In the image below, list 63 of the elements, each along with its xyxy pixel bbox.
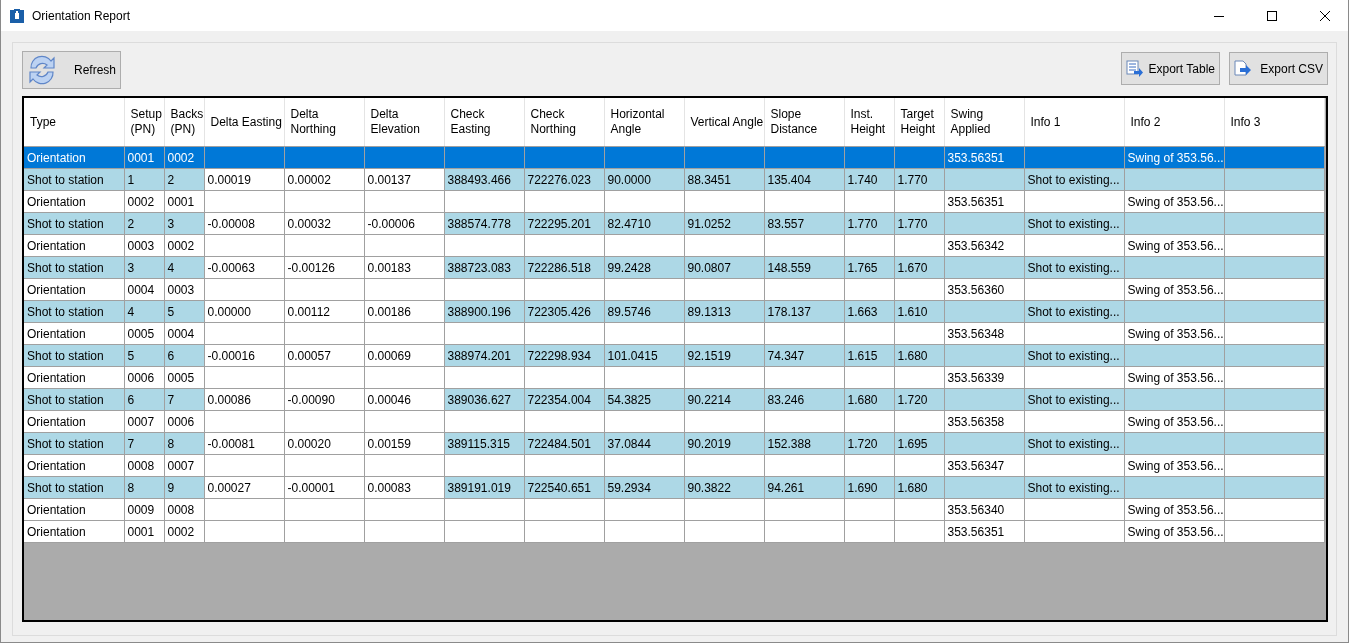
table-row[interactable]: Shot to station 3 4 -0.00063 -0.00126 0.00183 388723.083 722286.518 99.2428 90.0807 148.559 1.765 1.670 Shot to existing... [24,256,1324,279]
export-csv-button[interactable]: Export CSV [1229,52,1328,85]
column-header[interactable]: Inst. Height [844,98,894,147]
table-cell: Orientation [24,190,124,213]
table-cell: Shot to station [24,344,124,367]
table-row[interactable]: Orientation 0009 0008 353.56340 Swing of 353.56... [24,498,1324,521]
column-header[interactable]: Setup (PN) [124,98,164,147]
column-header[interactable]: Check Northing [524,98,604,147]
column-header[interactable]: Info 2 [1124,98,1224,147]
refresh-icon [27,54,57,86]
column-header[interactable]: Info 1 [1024,98,1124,147]
table-row[interactable]: Orientation 0005 0004 353.56348 Swing of 353.56... [24,322,1324,345]
table-row[interactable]: Orientation 0001 0002 353.56351 Swing of 353.56... [24,520,1324,543]
table-row[interactable]: Shot to station 8 9 0.00027 -0.00001 0.00083 389191.019 722540.651 59.2934 90.3822 94.261 1.690 1.680 Shot to existing... [24,476,1324,499]
column-header[interactable]: Backs (PN) [164,98,204,147]
table-row[interactable]: Orientation 0004 0003 353.56360 Swing of 353.56... [24,278,1324,301]
table-cell: Shot to station [24,168,124,191]
table-cell: Orientation [24,278,124,301]
window-title: Orientation Report [32,8,132,23]
export-file-icon [1234,59,1252,78]
column-header[interactable]: Delta Northing [284,98,364,147]
table-cell: Orientation [24,410,124,433]
close-icon [1320,10,1330,21]
table-row[interactable]: Orientation 0002 0001 353.56351 Swing of 353.56... [24,190,1324,213]
table-cell: Shot to station [24,300,124,323]
table-row[interactable]: Orientation 0006 0005 353.56339 Swing of 353.56... [24,366,1324,389]
table-cell: Orientation [24,520,124,543]
column-header[interactable]: Slope Distance [764,98,844,147]
table-cell: Shot to station [24,212,124,235]
table-cell: Shot to station [24,256,124,279]
table-row[interactable]: Shot to station 1 2 0.00019 0.00002 0.00137 388493.466 722276.023 90.0000 88.3451 135.404 1.740 1.770 Shot to existing... [24,168,1324,191]
export-table-button[interactable]: Export Table [1121,52,1220,85]
table-cell: Orientation [24,366,124,389]
column-header[interactable]: Target Height [894,98,944,147]
app-icon [9,7,25,24]
column-header[interactable]: Delta Elevation [364,98,444,147]
table-row[interactable]: Shot to station 5 6 -0.00016 0.00057 0.00069 388974.201 722298.934 101.0415 92.1519 74.347 1.615 1.680 Shot to existing... [24,344,1324,367]
export-table-icon [1126,59,1144,78]
table-cell: Shot to station [24,388,124,411]
table-row[interactable]: Shot to station 4 5 0.00000 0.00112 0.00186 388900.196 722305.426 89.5746 89.1313 178.137 1.663 1.610 Shot to existing... [24,300,1324,323]
column-header[interactable]: Info 3 [1224,98,1324,147]
table-row[interactable]: Orientation 0008 0007 353.56347 Swing of 353.56... [24,454,1324,477]
column-header[interactable]: Delta Easting [204,98,284,147]
table-cell: Orientation [24,322,124,345]
table-cell: Orientation [24,498,124,521]
table-row[interactable]: Orientation 0003 0002 353.56342 Swing of 353.56... [24,234,1324,257]
maximize-icon [1267,10,1277,21]
table-cell: Orientation [24,146,124,169]
column-header[interactable]: Vertical Angle [684,98,764,147]
table-row[interactable]: Orientation 0007 0006 353.56358 Swing of 353.56... [24,410,1324,433]
table-row[interactable]: Shot to station 2 3 -0.00008 0.00032 -0.00006 388574.778 722295.201 82.4710 91.0252 83.557 1.770 1.770 Shot to existing... [24,212,1324,235]
table-cell: Shot to station [24,432,124,455]
table-cell: Orientation [24,454,124,477]
table-row[interactable]: Shot to station 6 7 0.00086 -0.00090 0.00046 389036.627 722354.004 54.3825 90.2214 83.246 1.680 1.720 Shot to existing... [24,388,1324,411]
table-cell: Shot to station [24,476,124,499]
refresh-button[interactable]: Refresh [22,51,121,89]
table-row[interactable]: Orientation 0001 0002 353.56351 Swing of 353.56... [24,146,1324,169]
column-header[interactable]: Check Easting [444,98,524,147]
column-header[interactable]: Swing Applied [944,98,1024,147]
table-row[interactable]: Shot to station 7 8 -0.00081 0.00020 0.00159 389115.315 722484.501 37.0844 90.2019 152.388 1.720 1.695 Shot to existing... [24,432,1324,455]
table-cell: Orientation [24,234,124,257]
column-header[interactable]: Type [24,98,124,147]
column-header[interactable]: Horizontal Angle [604,98,684,147]
